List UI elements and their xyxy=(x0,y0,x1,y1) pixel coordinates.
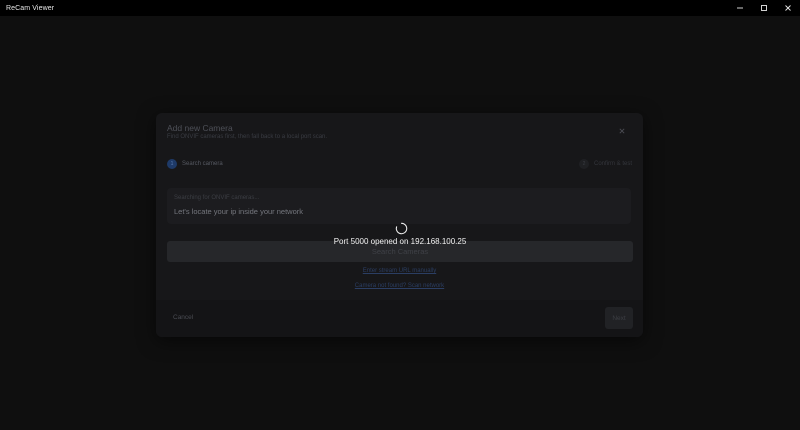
close-icon xyxy=(785,5,791,11)
title-bar: ReCam Viewer xyxy=(0,0,800,16)
dialog-title: Add new Camera xyxy=(167,123,233,133)
loading-spinner-icon xyxy=(395,222,408,235)
step-number-badge: 1 xyxy=(167,159,177,169)
search-message-text: Let's locate your ip inside your network xyxy=(174,207,303,216)
close-window-button[interactable] xyxy=(776,0,800,16)
minimize-button[interactable] xyxy=(728,0,752,16)
enter-stream-url-link[interactable]: Enter stream URL manually xyxy=(156,268,643,274)
app-title: ReCam Viewer xyxy=(6,4,55,12)
step-label: Search camera xyxy=(182,161,223,167)
minimize-icon xyxy=(737,7,743,9)
cancel-button[interactable]: Cancel xyxy=(173,314,193,321)
step-number-badge: 2 xyxy=(578,159,589,169)
dialog-subtitle: Find ONVIF cameras first, then fall back… xyxy=(167,134,328,140)
step-search-camera: 1 Search camera xyxy=(167,159,223,169)
step-label: Confirm & test xyxy=(593,161,632,167)
next-button[interactable]: Next xyxy=(605,307,633,329)
search-status-panel: Searching for ONVIF cameras... Let's loc… xyxy=(167,188,631,224)
scan-network-label[interactable]: Camera not found? Scan network xyxy=(355,283,444,289)
dialog-close-button[interactable] xyxy=(616,125,628,137)
window-controls xyxy=(728,0,800,16)
search-status-text: Searching for ONVIF cameras... xyxy=(174,195,260,201)
scan-progress-text: Port 5000 opened on 192.168.100.25 xyxy=(333,237,467,246)
close-icon xyxy=(619,128,625,134)
maximize-button[interactable] xyxy=(752,0,776,16)
scan-network-link[interactable]: Camera not found? Scan network xyxy=(156,283,643,289)
step-confirm-test: 2 Confirm & test xyxy=(578,159,632,169)
enter-stream-url-label[interactable]: Enter stream URL manually xyxy=(363,268,436,274)
maximize-icon xyxy=(761,5,767,11)
dialog-footer: Cancel Next xyxy=(156,300,643,337)
